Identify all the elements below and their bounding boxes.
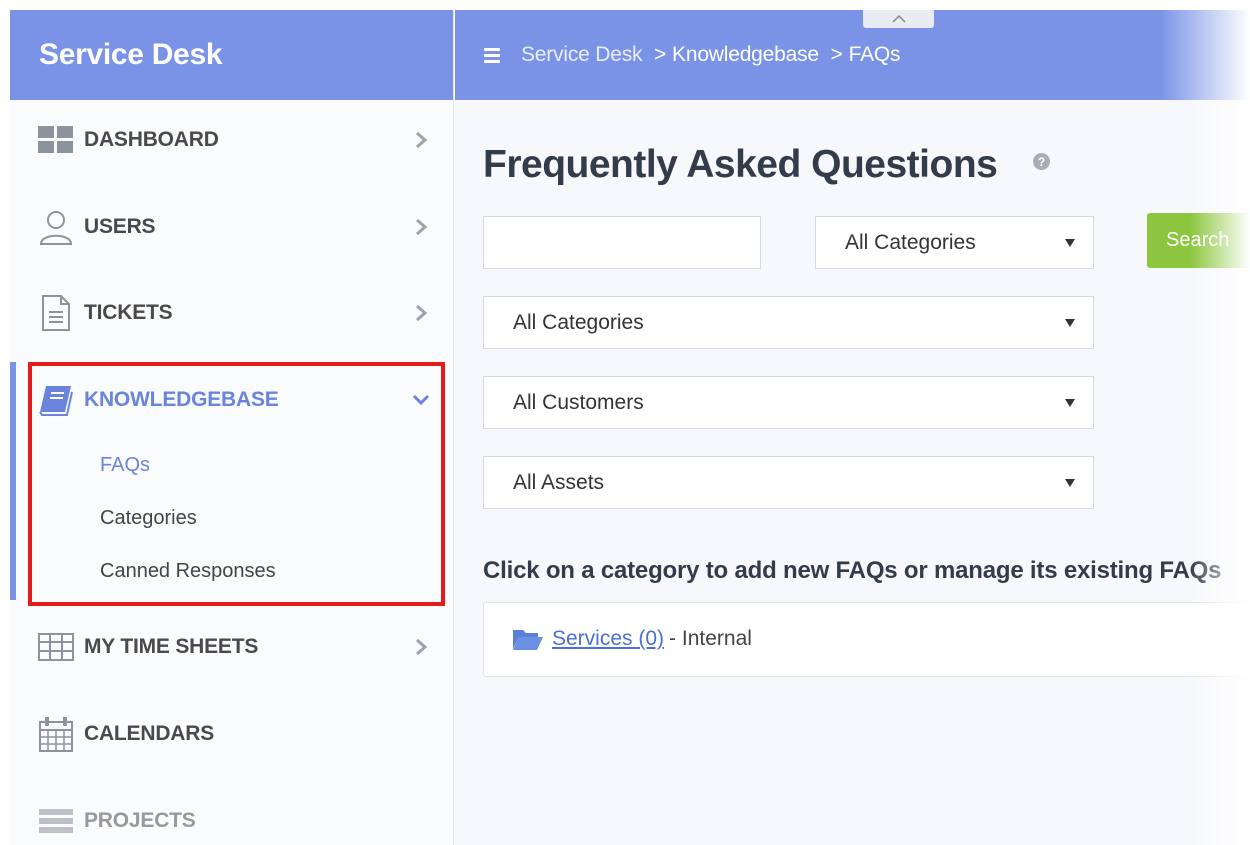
hamburger-menu-icon[interactable]	[484, 48, 500, 63]
sidebar-item-users[interactable]: USERS	[10, 197, 453, 257]
projects-icon	[38, 803, 74, 839]
category-search-select[interactable]: All Categories	[815, 216, 1094, 269]
sidebar-item-knowledgebase[interactable]: KNOWLEDGEBASE	[10, 370, 453, 430]
chevron-right-icon	[412, 304, 430, 322]
sidebar-item-label: TICKETS	[84, 301, 173, 324]
assets-filter-select[interactable]: All Assets	[483, 456, 1094, 509]
select-value: All Categories	[845, 230, 976, 254]
sidebar-item-dashboard[interactable]: DASHBOARD	[10, 110, 453, 170]
select-value: All Customers	[513, 390, 644, 414]
sidebar-item-label: CALENDARS	[84, 722, 215, 745]
sidebar-subitem-canned-responses[interactable]: Canned Responses	[100, 560, 276, 583]
sidebar-item-calendars[interactable]: CALENDARS	[10, 704, 453, 764]
dashboard-grid-icon	[38, 122, 74, 158]
breadcrumb: Service Desk > Knowledgebase > FAQs	[521, 43, 901, 67]
sidebar-item-label: USERS	[84, 215, 156, 238]
category-link[interactable]: Services (0)	[552, 627, 664, 651]
sidebar-item-tickets[interactable]: TICKETS	[10, 283, 453, 343]
top-bar: Service Desk > Knowledgebase > FAQs	[455, 10, 1250, 100]
categories-filter-select[interactable]: All Categories	[483, 296, 1094, 349]
app-title: Service Desk	[10, 10, 453, 100]
list-item: Services (0) - Internal	[512, 627, 752, 651]
chevron-right-icon	[412, 131, 430, 149]
breadcrumb-root[interactable]: Service Desk	[521, 43, 643, 66]
help-icon[interactable]: ?	[1033, 153, 1050, 170]
main-content: Frequently Asked Questions ? All Categor…	[455, 100, 1250, 845]
category-list-panel: Services (0) - Internal	[483, 602, 1250, 677]
breadcrumb-section[interactable]: Knowledgebase	[672, 43, 819, 66]
category-type: - Internal	[669, 627, 752, 650]
user-icon	[38, 209, 74, 245]
folder-open-icon	[512, 627, 544, 651]
calendar-icon	[38, 716, 74, 752]
breadcrumb-separator: >	[830, 43, 843, 66]
dropdown-caret-icon	[1065, 238, 1075, 247]
sidebar-subitem-faqs[interactable]: FAQs	[100, 454, 150, 477]
customers-filter-select[interactable]: All Customers	[483, 376, 1094, 429]
sidebar-item-my-time-sheets[interactable]: MY TIME SHEETS	[10, 617, 453, 677]
dropdown-caret-icon	[1065, 318, 1075, 327]
chevron-right-icon	[412, 218, 430, 236]
select-value: All Assets	[513, 470, 605, 494]
document-icon	[38, 295, 74, 331]
book-icon	[38, 382, 74, 418]
sidebar-subitem-categories[interactable]: Categories	[100, 507, 197, 530]
chevron-up-icon	[891, 10, 906, 28]
table-icon	[38, 629, 74, 665]
sidebar-item-label: PROJECTS	[84, 809, 196, 832]
sidebar-item-label: DASHBOARD	[84, 128, 219, 151]
search-input[interactable]	[483, 216, 761, 269]
chevron-down-icon	[412, 391, 430, 409]
dropdown-caret-icon	[1065, 398, 1075, 407]
search-button[interactable]: Search	[1147, 213, 1250, 268]
collapse-header-tab[interactable]	[863, 10, 934, 28]
breadcrumb-page: FAQs	[848, 43, 901, 66]
dropdown-caret-icon	[1065, 478, 1075, 487]
sidebar: Service Desk DASHBOARD USERS TICKETS KNO…	[10, 10, 454, 845]
breadcrumb-separator: >	[653, 43, 667, 66]
instruction-text: Click on a category to add new FAQs or m…	[483, 557, 1222, 584]
sidebar-item-label: MY TIME SHEETS	[84, 635, 259, 658]
chevron-right-icon	[412, 638, 430, 656]
sidebar-item-projects[interactable]: PROJECTS	[10, 791, 453, 845]
page-title: Frequently Asked Questions	[483, 143, 998, 186]
sidebar-item-label: KNOWLEDGEBASE	[84, 388, 279, 411]
select-value: All Categories	[513, 310, 644, 334]
